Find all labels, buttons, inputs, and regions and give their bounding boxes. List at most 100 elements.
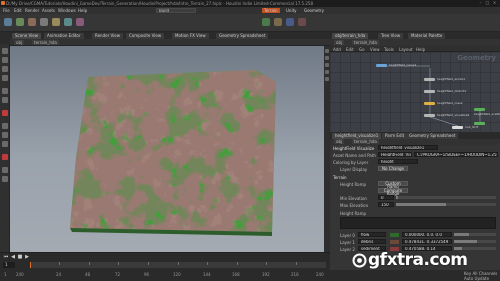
camera-view-icon[interactable] — [325, 77, 329, 81]
layer-field[interactable]: height — [378, 159, 418, 164]
select-tool-icon[interactable] — [4, 18, 12, 26]
terrain-tool-icon[interactable] — [262, 18, 270, 26]
node-heightfield-visualize[interactable] — [424, 114, 435, 117]
node-label: heightfield_scatter1 — [474, 112, 500, 116]
node-label: null_OUT — [465, 125, 479, 129]
layer-value-field[interactable]: 0.000000, 0.0, 0.0 — [402, 232, 452, 237]
node-heightfield-scatter[interactable] — [474, 108, 485, 111]
brush-icon[interactable] — [2, 167, 8, 173]
view-tool-icon[interactable] — [76, 18, 84, 26]
shelf-toolbar — [0, 14, 500, 32]
move-icon[interactable] — [2, 57, 8, 63]
max-elevation-slider[interactable] — [396, 203, 496, 206]
range-end-field[interactable]: 240 — [16, 272, 24, 277]
tick-label: 240 — [316, 272, 324, 277]
pose-tool-icon[interactable] — [64, 18, 72, 26]
maximize-icon[interactable]: □ — [485, 1, 490, 5]
path-obj[interactable]: obj — [334, 139, 345, 144]
range-start-field[interactable]: 1 — [4, 272, 7, 277]
display-option-icon[interactable] — [325, 49, 329, 53]
node-label: heightfield_noise1 — [389, 63, 417, 67]
asset-path-field[interactable]: C:/PROGRA~1/SIDEEF~1/HOUDIN~1.258/houdin… — [414, 152, 498, 157]
layer-label: Layer 0 — [340, 233, 355, 238]
asset-name-label: Asset Name and Path — [333, 153, 376, 158]
shading-icon[interactable] — [325, 63, 329, 67]
min-elevation-field[interactable]: 0 — [378, 195, 394, 200]
wireframe-icon[interactable] — [325, 56, 329, 60]
menu-render[interactable]: Render — [25, 8, 39, 13]
max-elevation-field[interactable]: 150 — [378, 202, 394, 207]
node-heightfield-noise[interactable] — [376, 64, 387, 67]
rotate-icon[interactable] — [2, 66, 8, 72]
move-tool-icon[interactable] — [16, 18, 24, 26]
grid-icon[interactable] — [2, 176, 8, 182]
layer-name-field[interactable]: flow — [358, 232, 386, 237]
minimize-icon[interactable]: – — [478, 1, 483, 5]
layer-color-swatch[interactable] — [390, 233, 399, 237]
menu-help[interactable]: Help — [78, 8, 87, 13]
tick — [266, 262, 267, 265]
scale-tool-icon[interactable] — [40, 18, 48, 26]
compute-range-button[interactable]: Compute Range — [378, 188, 408, 196]
desktop-select[interactable]: Build — [156, 8, 196, 13]
path-obj[interactable]: obj — [334, 40, 345, 45]
rotate-tool-icon[interactable] — [28, 18, 36, 26]
shelf-tab-unity[interactable]: Unity — [284, 8, 299, 13]
layer-slider[interactable] — [454, 233, 496, 236]
node-name-field[interactable]: heightfield_visualize1 — [378, 145, 438, 150]
height-ramp-editor[interactable] — [340, 217, 496, 229]
layer-display-dropdown[interactable]: No Change — [378, 166, 408, 171]
path-obj[interactable]: obj — [14, 40, 25, 45]
network-tab-bar: obj/terrain_hda Tree View Material Palet… — [330, 32, 500, 39]
scene-viewport[interactable] — [10, 46, 324, 252]
asset-name-field[interactable]: HeightField_Visualize — [378, 152, 412, 157]
camera-icon[interactable] — [2, 141, 8, 147]
node-null-out[interactable] — [452, 126, 463, 129]
playhead-marker[interactable] — [30, 262, 31, 268]
menu-assets[interactable]: Assets — [42, 8, 55, 13]
menu-windows[interactable]: Windows — [58, 8, 76, 13]
layer-value-field[interactable]: 0.478431, 0.3372549 — [402, 239, 452, 244]
node-heightfield-mask-by-feature[interactable] — [474, 122, 485, 125]
play-icon[interactable]: ▶ — [24, 254, 30, 260]
mask-tool-icon[interactable] — [286, 18, 294, 26]
stop-icon[interactable]: ■ — [17, 254, 23, 260]
handle-icon[interactable] — [2, 88, 8, 94]
scale-icon[interactable] — [2, 75, 8, 81]
light-icon[interactable] — [2, 132, 8, 138]
layer-color-swatch[interactable] — [390, 240, 399, 244]
shelf-tab-terrain[interactable]: Terrain — [262, 8, 280, 13]
view-icon[interactable] — [2, 123, 8, 129]
path-terrain-hda[interactable]: terrain_hda — [32, 40, 59, 45]
record-icon[interactable] — [2, 154, 8, 160]
pose-icon[interactable] — [2, 97, 8, 103]
current-frame-field[interactable]: 1 — [3, 262, 15, 268]
terrain-mesh — [70, 70, 276, 236]
path-terrain-hda[interactable]: terrain_hda — [352, 40, 379, 45]
snap-icon[interactable] — [2, 110, 8, 116]
node-heightfield-erode[interactable] — [424, 78, 435, 81]
lighting-icon[interactable] — [325, 70, 329, 74]
min-elevation-slider[interactable] — [396, 196, 496, 199]
path-terrain-hda[interactable]: terrain_hda — [352, 139, 379, 144]
auto-update-select[interactable]: Auto Update — [464, 276, 489, 281]
handle-tool-icon[interactable] — [52, 18, 60, 26]
erode-tool-icon[interactable] — [274, 18, 282, 26]
scatter-tool-icon[interactable] — [298, 18, 306, 26]
close-icon[interactable]: × — [492, 1, 497, 5]
height-ramp-dropdown[interactable]: Custom Ramp — [378, 181, 408, 189]
menu-edit[interactable]: Edit — [14, 8, 22, 13]
layer-name-field[interactable]: debris — [358, 239, 386, 244]
network-path-bar: obj terrain_hda — [330, 39, 500, 46]
node-heightfield-distort[interactable] — [424, 90, 435, 93]
select-icon[interactable] — [2, 48, 8, 54]
node-heightfield-mask[interactable] — [424, 102, 435, 105]
network-editor[interactable]: Geometry heightfield_noise1 heightfield_… — [330, 52, 500, 132]
jump-start-icon[interactable]: ⏮ — [3, 254, 9, 260]
shelf-tab-geometry[interactable]: Geometry — [302, 8, 326, 13]
layer-slider[interactable] — [454, 240, 496, 243]
timeline-ruler[interactable] — [30, 262, 326, 268]
viewport-path-bar: obj terrain_hda — [10, 39, 330, 46]
menu-file[interactable]: File — [3, 8, 10, 13]
play-back-icon[interactable]: ◀ — [10, 254, 16, 260]
